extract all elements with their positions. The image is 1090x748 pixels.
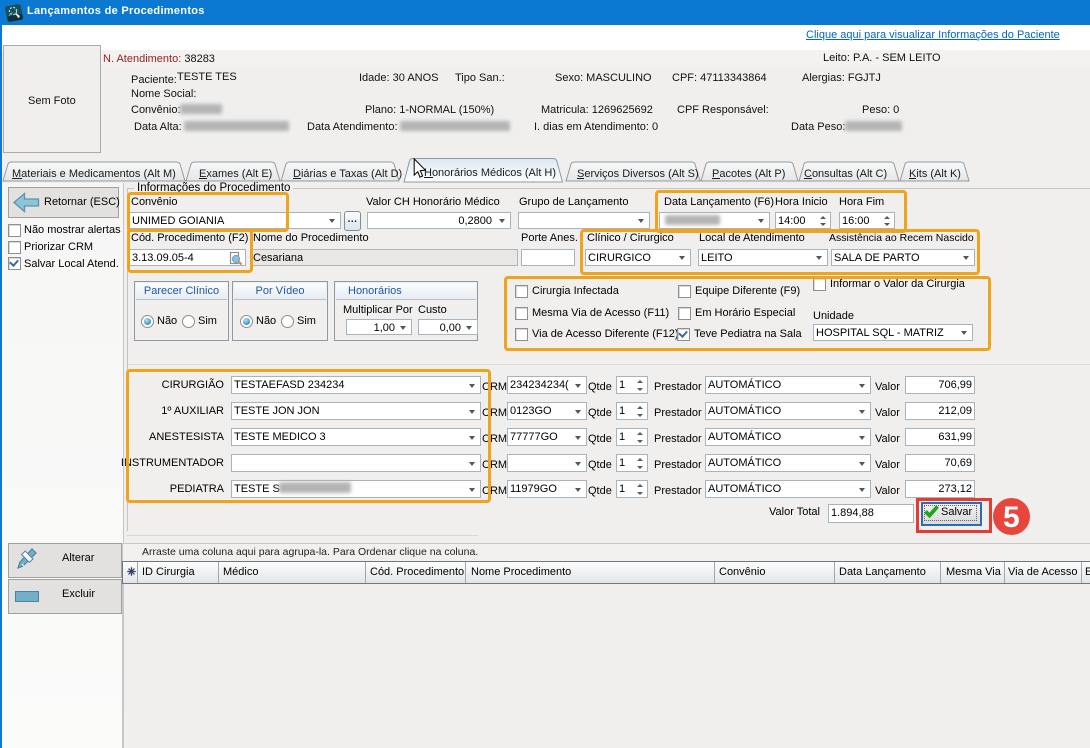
svg-text:Kits (Alt K): Kits (Alt K) — [909, 168, 961, 180]
svg-text:Exames (Alt E): Exames (Alt E) — [199, 168, 272, 180]
svg-text:Pacotes (Alt P): Pacotes (Alt P) — [712, 168, 785, 180]
svg-text:Consultas (Alt C): Consultas (Alt C) — [804, 168, 887, 180]
svg-text:Honorários Médicos (Alt H): Honorários Médicos (Alt H) — [424, 167, 556, 179]
svg-text:Serviços Diversos (Alt S): Serviços Diversos (Alt S) — [577, 168, 699, 180]
svg-text:Materiais e Medicamentos (Alt: Materiais e Medicamentos (Alt M) — [12, 168, 176, 180]
svg-text:Diárias e Taxas (Alt D): Diárias e Taxas (Alt D) — [293, 168, 402, 180]
